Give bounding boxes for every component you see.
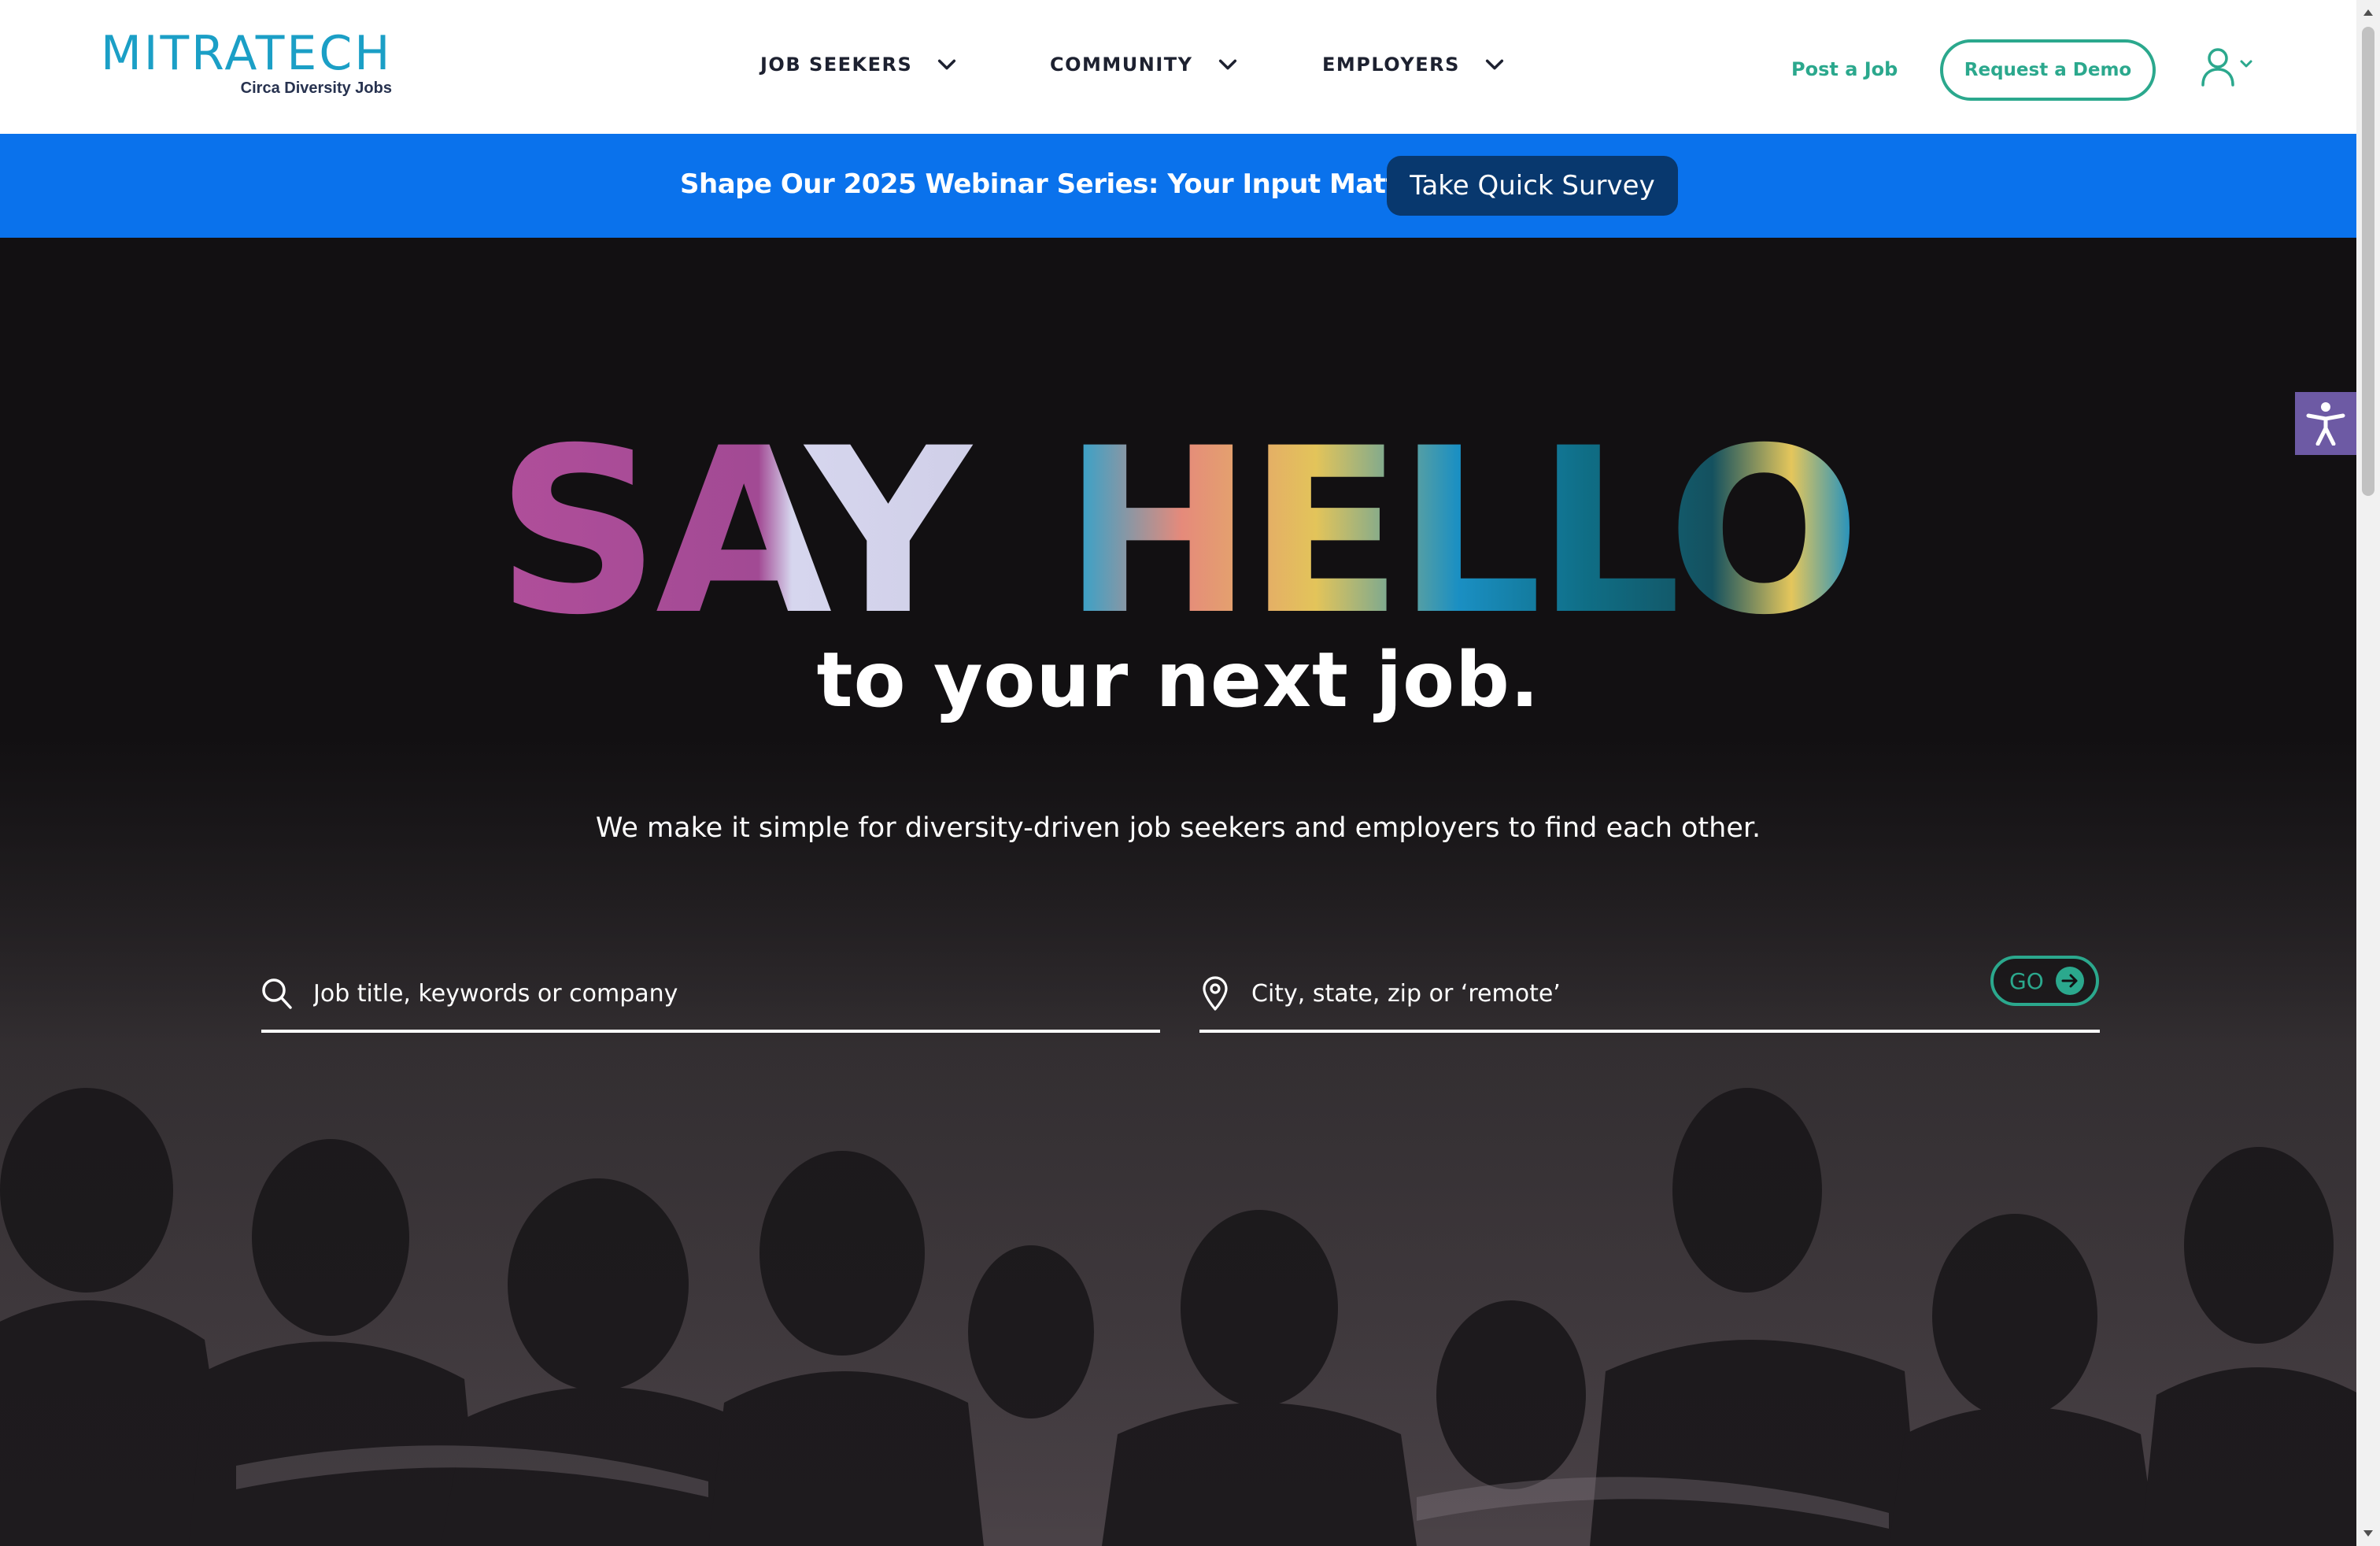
map-pin-icon bbox=[1203, 976, 1228, 1011]
user-icon bbox=[2201, 48, 2252, 87]
announcement-banner: Shape Our 2025 Webinar Series: Your Inpu… bbox=[0, 134, 2356, 238]
chevron-down-icon bbox=[938, 59, 956, 70]
scroll-down-arrow[interactable] bbox=[2363, 1530, 2373, 1537]
hello-text: HELLO bbox=[1062, 436, 1855, 617]
hero-description: We make it simple for diversity-driven j… bbox=[595, 812, 1761, 844]
nav-employers-label: EMPLOYERS bbox=[1322, 54, 1460, 76]
banner-message: Shape Our 2025 Webinar Series: Your Inpu… bbox=[680, 168, 1456, 200]
site-header: MITRATECH Circa Diversity Jobs JOB SEEKE… bbox=[0, 0, 2356, 134]
mitratech-logo[interactable]: MITRATECH Circa Diversity Jobs bbox=[101, 30, 392, 101]
location-search-input[interactable] bbox=[1251, 970, 1897, 1017]
hero-background-photo bbox=[0, 238, 2356, 1546]
page-scrollbar[interactable] bbox=[2356, 0, 2380, 1546]
accessibility-icon bbox=[2306, 402, 2345, 446]
say-hello-heading: SAY HELLO bbox=[496, 436, 1857, 617]
go-search-button[interactable]: GO bbox=[1990, 956, 2099, 1006]
nav-community-label: COMMUNITY bbox=[1050, 54, 1193, 76]
search-icon bbox=[262, 978, 292, 1009]
go-label: GO bbox=[2009, 967, 2044, 994]
logo-wordmark: MITRATECH bbox=[101, 26, 393, 81]
page: MITRATECH Circa Diversity Jobs JOB SEEKE… bbox=[0, 0, 2380, 1546]
nav-job-seekers-label: JOB SEEKERS bbox=[760, 54, 913, 76]
keyword-search-field bbox=[261, 954, 1160, 1033]
post-a-job-link[interactable]: Post a Job bbox=[1791, 58, 1898, 80]
nav-job-seekers[interactable]: JOB SEEKERS bbox=[760, 54, 958, 76]
accessibility-button[interactable] bbox=[2295, 392, 2356, 455]
keyword-search-input[interactable] bbox=[313, 970, 1022, 1017]
scroll-up-arrow[interactable] bbox=[2363, 9, 2373, 16]
chevron-down-icon bbox=[1485, 59, 1503, 70]
location-search-field bbox=[1199, 954, 2100, 1033]
request-demo-button[interactable]: Request a Demo bbox=[1940, 39, 2156, 101]
take-quick-survey-button[interactable]: Take Quick Survey bbox=[1387, 156, 1678, 216]
chevron-down-icon bbox=[1218, 59, 1236, 70]
say-text: SAY bbox=[496, 436, 974, 617]
arrow-right-circle-icon bbox=[2055, 967, 2084, 995]
hero-subtitle: to your next job. bbox=[816, 636, 1540, 724]
logo-tagline: Circa Diversity Jobs bbox=[240, 80, 392, 97]
nav-employers[interactable]: EMPLOYERS bbox=[1322, 54, 1506, 76]
hero-section: SAY HELLO to your next job. We make it s… bbox=[0, 238, 2356, 1546]
user-menu[interactable] bbox=[2201, 47, 2257, 88]
scroll-thumb[interactable] bbox=[2362, 27, 2374, 496]
nav-community[interactable]: COMMUNITY bbox=[1050, 54, 1239, 76]
